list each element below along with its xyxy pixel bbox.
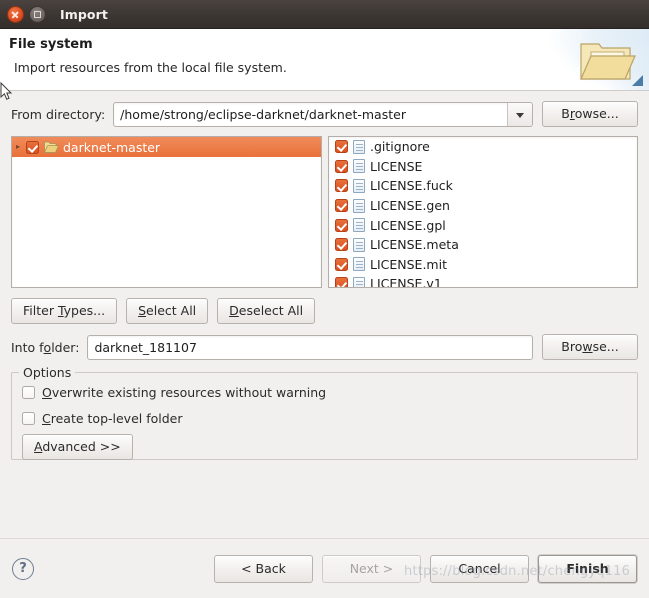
- file-label: LICENSE.v1: [370, 276, 442, 288]
- list-item[interactable]: LICENSE: [329, 157, 637, 177]
- file-checkbox[interactable]: [335, 277, 348, 287]
- open-folder-icon: [43, 141, 60, 154]
- from-directory-label: From directory:: [11, 106, 106, 122]
- help-question-icon[interactable]: ?: [12, 558, 34, 580]
- file-icon: [353, 139, 365, 154]
- folder-tree-pane[interactable]: ▸ darknet-master: [11, 136, 322, 288]
- file-icon: [353, 218, 365, 233]
- file-checkbox[interactable]: [335, 257, 348, 271]
- list-item[interactable]: LICENSE.meta: [329, 235, 637, 255]
- create-top-level-option-row[interactable]: Create top-level folder: [22, 408, 627, 429]
- options-group-title: Options: [19, 365, 76, 380]
- file-checkbox[interactable]: [335, 218, 348, 232]
- finish-button[interactable]: Finish: [538, 555, 637, 583]
- create-top-level-label: Create top-level folder: [42, 411, 183, 426]
- from-directory-combo[interactable]: /home/strong/eclipse-darknet/darknet-mas…: [113, 101, 533, 127]
- file-icon: [353, 237, 365, 252]
- from-directory-input[interactable]: /home/strong/eclipse-darknet/darknet-mas…: [114, 103, 507, 126]
- file-label: LICENSE.meta: [370, 237, 459, 253]
- tree-item-label: darknet-master: [63, 139, 161, 155]
- cancel-button[interactable]: Cancel: [430, 555, 529, 583]
- deselect-all-button[interactable]: Deselect All: [217, 298, 316, 324]
- into-folder-label: Into folder:: [11, 339, 80, 355]
- title-bar: Import: [0, 0, 649, 29]
- file-icon: [353, 276, 365, 287]
- file-checkbox[interactable]: [335, 159, 348, 173]
- from-directory-row: From directory: /home/strong/eclipse-dar…: [11, 91, 638, 127]
- chevron-down-icon[interactable]: [507, 102, 532, 126]
- browse-destination-button[interactable]: Browse...: [542, 334, 638, 360]
- window-maximize-icon[interactable]: [29, 5, 46, 23]
- browse-source-button[interactable]: Browse...: [542, 101, 638, 127]
- tree-item-checkbox[interactable]: [26, 140, 39, 154]
- list-item[interactable]: LICENSE.fuck: [329, 176, 637, 196]
- file-checkbox[interactable]: [335, 238, 348, 252]
- select-all-button[interactable]: Select All: [126, 298, 209, 324]
- overwrite-checkbox[interactable]: [22, 386, 35, 399]
- import-dialog-window: Import File system Import resources from…: [0, 0, 649, 598]
- list-item[interactable]: .gitignore: [329, 137, 637, 157]
- banner-corner-triangle: [632, 75, 643, 86]
- file-label: LICENSE.mit: [370, 256, 447, 272]
- file-checkbox[interactable]: [335, 179, 348, 193]
- list-item[interactable]: LICENSE.gpl: [329, 215, 637, 235]
- file-list-pane[interactable]: .gitignore LICENSE LICENSE.fuck LICENSE.…: [328, 136, 638, 288]
- dialog-body: From directory: /home/strong/eclipse-dar…: [0, 91, 649, 538]
- expand-arrow-icon[interactable]: ▸: [16, 137, 26, 157]
- file-icon: [353, 178, 365, 193]
- options-group: Options Overwrite existing resources wit…: [11, 365, 638, 460]
- dialog-footer: ? < Back Next > Cancel Finish https://bl…: [0, 538, 649, 598]
- file-label: LICENSE.gpl: [370, 217, 446, 233]
- overwrite-option-row[interactable]: Overwrite existing resources without war…: [22, 382, 627, 403]
- filter-types-button[interactable]: Filter Types...: [11, 298, 118, 324]
- page-title: File system: [9, 37, 93, 52]
- open-folder-icon: [578, 39, 636, 83]
- page-description: Import resources from the local file sys…: [14, 60, 287, 75]
- tree-item-darknet-master[interactable]: ▸ darknet-master: [12, 137, 321, 157]
- overwrite-label: Overwrite existing resources without war…: [42, 385, 327, 400]
- file-label: LICENSE.fuck: [370, 178, 453, 194]
- window-close-icon[interactable]: [7, 5, 24, 23]
- advanced-button[interactable]: Advanced >>: [22, 434, 133, 460]
- resource-selection-panes: ▸ darknet-master .gitignore LICENSE LICE…: [11, 136, 638, 288]
- list-item[interactable]: LICENSE.mit: [329, 255, 637, 275]
- list-item[interactable]: LICENSE.gen: [329, 196, 637, 216]
- selection-buttons-row: Filter Types... Select All Deselect All: [11, 298, 638, 324]
- file-checkbox[interactable]: [335, 140, 348, 154]
- dialog-header-banner: File system Import resources from the lo…: [0, 29, 649, 91]
- list-item[interactable]: LICENSE.v1: [329, 274, 637, 288]
- next-button: Next >: [322, 555, 421, 583]
- file-icon: [353, 159, 365, 174]
- into-folder-input[interactable]: darknet_181107: [87, 334, 533, 360]
- file-label: LICENSE: [370, 158, 423, 174]
- file-icon: [353, 257, 365, 272]
- file-checkbox[interactable]: [335, 199, 348, 213]
- file-label: .gitignore: [370, 139, 430, 155]
- window-title: Import: [60, 6, 108, 22]
- file-label: LICENSE.gen: [370, 198, 450, 214]
- file-icon: [353, 198, 365, 213]
- back-button[interactable]: < Back: [214, 555, 313, 583]
- into-folder-row: Into folder: darknet_181107 Browse...: [11, 334, 638, 360]
- create-top-level-checkbox[interactable]: [22, 412, 35, 425]
